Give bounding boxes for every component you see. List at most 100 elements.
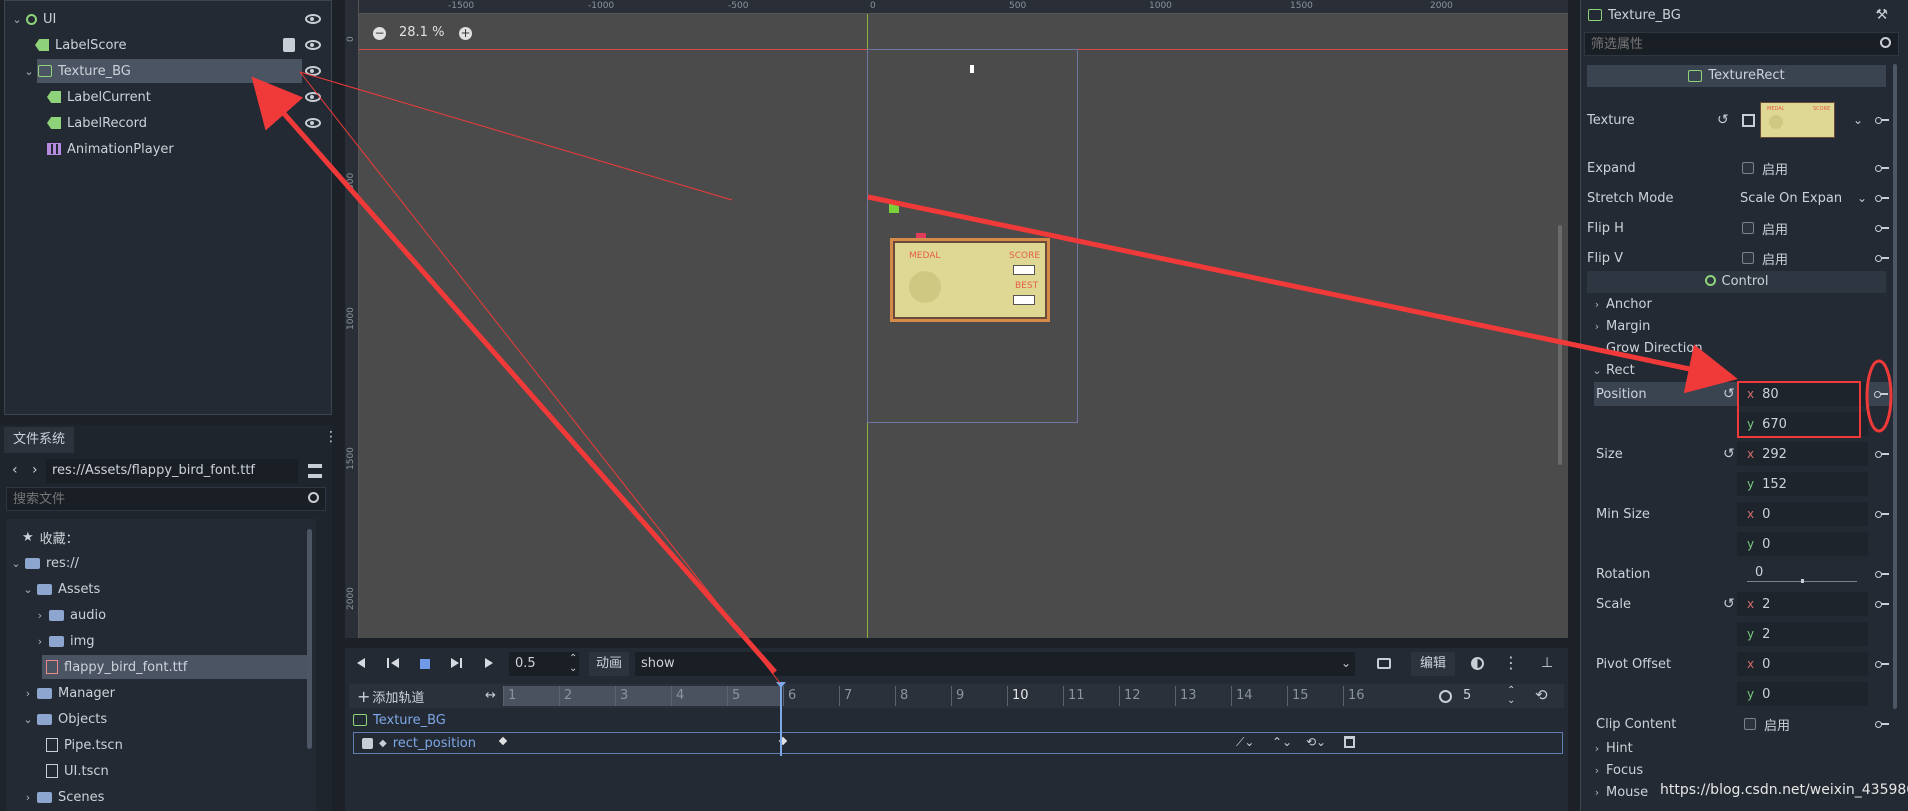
- tree-item-animationplayer[interactable]: AnimationPlayer: [5, 137, 331, 161]
- search-icon[interactable]: [308, 492, 319, 503]
- visibility-eye-icon[interactable]: [305, 14, 321, 24]
- chevron-down-icon[interactable]: ⌄: [22, 583, 34, 596]
- tree-item-labelscore[interactable]: LabelScore: [5, 33, 331, 57]
- keyframe-key-icon[interactable]: [1875, 224, 1889, 232]
- keyframe-key-icon[interactable]: [1875, 510, 1889, 518]
- autoplay-icon[interactable]: [1377, 658, 1391, 669]
- play-backward-from-end-icon[interactable]: [387, 658, 389, 668]
- script-icon[interactable]: [283, 38, 295, 52]
- animation-menu-button[interactable]: 动画: [589, 652, 629, 676]
- chevron-down-icon[interactable]: ⌄: [11, 13, 23, 26]
- playhead-marker[interactable]: [776, 682, 786, 688]
- nav-forward-icon[interactable]: ›: [32, 462, 38, 478]
- pivot-handle[interactable]: [889, 203, 899, 213]
- keyframe-diamond[interactable]: [498, 736, 508, 746]
- flip-h-checkbox[interactable]: 启用: [1742, 219, 1788, 238]
- visibility-eye-icon[interactable]: [305, 66, 321, 76]
- tree-item-labelrecord[interactable]: LabelRecord: [5, 111, 331, 135]
- tree-item-ui[interactable]: ⌄ UI: [5, 7, 331, 31]
- ruler-top[interactable]: [345, 0, 1568, 14]
- tree-favorites[interactable]: ★ 收藏：: [6, 525, 316, 549]
- keyframe-key-icon[interactable]: [1874, 390, 1888, 398]
- chevron-down-icon[interactable]: ⌄: [1341, 656, 1351, 670]
- group-hint[interactable]: › Hint: [1587, 737, 1899, 759]
- prop-stretch-mode[interactable]: Stretch Mode Scale On Expan ⌄: [1587, 186, 1899, 210]
- prop-flip-v[interactable]: Flip V 启用: [1587, 246, 1899, 270]
- tree-item-labelcurrent[interactable]: LabelCurrent: [5, 85, 331, 109]
- visibility-eye-icon[interactable]: [305, 118, 321, 128]
- tree-item-texture-bg[interactable]: ⌄ Texture_BG: [5, 59, 331, 83]
- search-icon[interactable]: [1880, 37, 1891, 48]
- scale-y-field[interactable]: y2: [1737, 622, 1868, 646]
- tree-scenes[interactable]: › Scenes: [6, 785, 316, 809]
- chevron-right-icon[interactable]: ›: [22, 687, 34, 700]
- revert-icon[interactable]: ↺: [1723, 446, 1735, 462]
- pivot-y-field[interactable]: y0: [1737, 682, 1868, 706]
- chevron-down-icon[interactable]: ⌄: [23, 65, 35, 78]
- group-focus[interactable]: › Focus: [1587, 759, 1899, 781]
- chevron-right-icon[interactable]: ›: [34, 609, 46, 622]
- play-from-start-bar[interactable]: [460, 658, 462, 668]
- revert-icon[interactable]: ↺: [1723, 386, 1735, 402]
- update-mode-icon[interactable]: ⌃⌄: [1272, 735, 1292, 749]
- split-view-icon[interactable]: [308, 464, 322, 478]
- texture-thumbnail[interactable]: MEDAL SCORE: [1760, 102, 1835, 138]
- pin-icon[interactable]: ⊥: [1541, 655, 1553, 671]
- rotation-slider[interactable]: 0: [1747, 562, 1857, 584]
- animation-select[interactable]: show: [635, 652, 1355, 676]
- add-track-button[interactable]: + 添加轨道: [357, 686, 424, 706]
- tree-img[interactable]: › img: [6, 629, 316, 653]
- group-margin[interactable]: › Margin: [1587, 315, 1899, 337]
- visibility-eye-icon[interactable]: [305, 92, 321, 102]
- keyframe-key-icon[interactable]: [1875, 450, 1889, 458]
- class-header-control[interactable]: Control: [1587, 271, 1886, 293]
- file-tree-scrollbar[interactable]: [307, 529, 312, 749]
- track-enabled-checkbox[interactable]: [362, 737, 373, 749]
- chevron-right-icon[interactable]: ›: [34, 635, 46, 648]
- length-input[interactable]: 5: [1463, 688, 1471, 703]
- chevron-down-icon[interactable]: ⌄: [10, 557, 22, 570]
- onion-skin-icon[interactable]: [1471, 657, 1484, 670]
- revert-icon[interactable]: ↺: [1723, 596, 1735, 612]
- slider-grabber[interactable]: [1801, 579, 1804, 583]
- keyframe-key-icon[interactable]: [1875, 194, 1889, 202]
- score-card-texture[interactable]: MEDAL SCORE BEST: [890, 238, 1050, 322]
- playhead-line[interactable]: [780, 684, 782, 756]
- search-files-input[interactable]: [6, 487, 326, 511]
- chevron-down-icon[interactable]: ⌄: [22, 713, 34, 726]
- prop-expand[interactable]: Expand 启用: [1587, 156, 1899, 180]
- visibility-eye-icon[interactable]: [305, 40, 321, 50]
- keyframe-key-icon[interactable]: [1875, 600, 1889, 608]
- zoom-out-icon[interactable]: −: [373, 27, 386, 40]
- position-x-field[interactable]: x 80: [1737, 382, 1868, 406]
- tree-manager[interactable]: › Manager: [6, 681, 316, 705]
- tree-assets[interactable]: ⌄ Assets: [6, 577, 316, 601]
- zoom-in-icon[interactable]: +: [459, 27, 472, 40]
- min-size-x-field[interactable]: x0: [1737, 502, 1868, 526]
- stretch-mode-select[interactable]: Scale On Expan: [1740, 191, 1870, 206]
- group-rect[interactable]: ⌄ Rect: [1587, 359, 1899, 381]
- viewport-scrollbar[interactable]: [1558, 225, 1562, 465]
- speed-stepper-icon[interactable]: ⌃ ⌄: [569, 654, 577, 674]
- tree-audio[interactable]: › audio: [6, 603, 316, 627]
- tree-ui-scene[interactable]: UI.tscn: [6, 759, 316, 783]
- tree-font-file[interactable]: flappy_bird_font.ttf: [6, 655, 316, 679]
- fit-timeline-icon[interactable]: ↔: [485, 688, 496, 703]
- keyframe-key-icon[interactable]: [1875, 164, 1889, 172]
- play-from-start-icon[interactable]: [451, 658, 459, 668]
- viewport-2d[interactable]: -1500 -1000 -500 0 500 1000 1500 2000 0 …: [345, 0, 1568, 638]
- revert-icon[interactable]: ↺: [1717, 112, 1729, 128]
- length-stepper-icon[interactable]: ⌃ ⌄: [1507, 686, 1515, 706]
- inspector-scrollbar[interactable]: [1893, 64, 1897, 709]
- filter-properties-input[interactable]: [1584, 32, 1899, 56]
- more-options-icon[interactable]: ⋮: [1503, 653, 1519, 672]
- zoom-level[interactable]: 28.1 %: [399, 25, 444, 40]
- track-group-row[interactable]: Texture_BG: [349, 710, 1564, 730]
- interpolation-mode-icon[interactable]: ⟋⌄: [1236, 735, 1254, 750]
- tab-filesystem[interactable]: 文件系统: [4, 427, 74, 453]
- prop-clip-content[interactable]: Clip Content 启用: [1587, 712, 1899, 736]
- scale-x-field[interactable]: x2: [1737, 592, 1868, 616]
- path-field[interactable]: res://Assets/flappy_bird_font.ttf: [46, 459, 298, 483]
- group-grow-direction[interactable]: › Grow Direction: [1587, 337, 1899, 359]
- edit-button[interactable]: 编辑: [1411, 652, 1455, 676]
